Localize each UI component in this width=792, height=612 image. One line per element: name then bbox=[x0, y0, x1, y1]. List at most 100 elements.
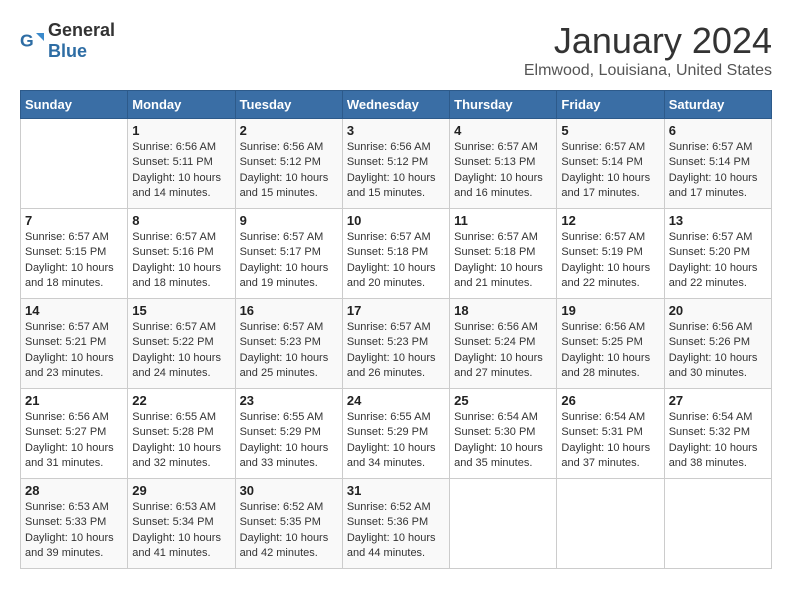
calendar-cell: 24Sunrise: 6:55 AMSunset: 5:29 PMDayligh… bbox=[342, 389, 449, 479]
day-number: 17 bbox=[347, 303, 445, 318]
day-number: 29 bbox=[132, 483, 230, 498]
header-thursday: Thursday bbox=[450, 91, 557, 119]
day-info: Sunrise: 6:56 AMSunset: 5:26 PMDaylight:… bbox=[669, 320, 767, 382]
day-number: 2 bbox=[240, 123, 338, 138]
day-number: 14 bbox=[25, 303, 123, 318]
header-monday: Monday bbox=[128, 91, 235, 119]
header-tuesday: Tuesday bbox=[235, 91, 342, 119]
calendar-cell: 3Sunrise: 6:56 AMSunset: 5:12 PMDaylight… bbox=[342, 119, 449, 209]
calendar-cell: 11 Sunrise: 6:57 AMSunset: 5:18 PMDayligh… bbox=[450, 209, 557, 299]
calendar-cell: 9Sunrise: 6:57 AMSunset: 5:17 PMDaylight… bbox=[235, 209, 342, 299]
day-info: Sunrise: 6:55 AMSunset: 5:28 PMDaylight:… bbox=[132, 410, 230, 472]
header-sunday: Sunday bbox=[21, 91, 128, 119]
calendar-cell: 15 Sunrise: 6:57 AMSunset: 5:22 PMDayligh… bbox=[128, 299, 235, 389]
calendar-cell: 27Sunrise: 6:54 AMSunset: 5:32 PMDayligh… bbox=[664, 389, 771, 479]
day-info: Sunrise: 6:54 AMSunset: 5:31 PMDaylight:… bbox=[561, 410, 659, 472]
day-number: 16 bbox=[240, 303, 338, 318]
day-number: 8 bbox=[132, 213, 230, 228]
day-info: Sunrise: 6:57 AMSunset: 5:14 PMDaylight:… bbox=[669, 140, 767, 202]
calendar-cell bbox=[21, 119, 128, 209]
calendar-cell: 1 Sunrise: 6:56 AMSunset: 5:11 PMDaylight… bbox=[128, 119, 235, 209]
day-info: Sunrise: 6:57 AMSunset: 5:23 PMDaylight:… bbox=[347, 320, 445, 382]
calendar-cell: 29 Sunrise: 6:53 AMSunset: 5:34 PMDayligh… bbox=[128, 479, 235, 569]
day-info: Sunrise: 6:57 AMSunset: 5:13 PMDaylight:… bbox=[454, 140, 552, 202]
day-number: 15 bbox=[132, 303, 230, 318]
day-info: Sunrise: 6:57 AMSunset: 5:18 PMDaylight:… bbox=[347, 230, 445, 292]
logo-general-text: General bbox=[48, 20, 115, 40]
day-info: Sunrise: 6:57 AMSunset: 5:23 PMDaylight:… bbox=[240, 320, 338, 382]
calendar-title: January 2024 bbox=[524, 20, 772, 62]
calendar-cell: 28Sunrise: 6:53 AMSunset: 5:33 PMDayligh… bbox=[21, 479, 128, 569]
calendar-cell: 2Sunrise: 6:56 AMSunset: 5:12 PMDaylight… bbox=[235, 119, 342, 209]
header: G General Blue January 2024 Elmwood, Lou… bbox=[20, 20, 772, 80]
calendar-week-3: 14Sunrise: 6:57 AMSunset: 5:21 PMDayligh… bbox=[21, 299, 772, 389]
calendar-cell: 31 Sunrise: 6:52 AMSunset: 5:36 PMDayligh… bbox=[342, 479, 449, 569]
calendar-table: Sunday Monday Tuesday Wednesday Thursday… bbox=[20, 90, 772, 569]
day-number: 31 bbox=[347, 483, 445, 498]
calendar-week-2: 7 Sunrise: 6:57 AMSunset: 5:15 PMDaylight… bbox=[21, 209, 772, 299]
day-number: 11 bbox=[454, 213, 552, 228]
header-wednesday: Wednesday bbox=[342, 91, 449, 119]
day-info: Sunrise: 6:55 AMSunset: 5:29 PMDaylight:… bbox=[240, 410, 338, 472]
day-number: 28 bbox=[25, 483, 123, 498]
logo: G General Blue bbox=[20, 20, 115, 62]
day-info: Sunrise: 6:56 AMSunset: 5:24 PMDaylight:… bbox=[454, 320, 552, 382]
day-info: Sunrise: 6:52 AMSunset: 5:36 PMDaylight:… bbox=[347, 500, 445, 562]
day-info: Sunrise: 6:57 AMSunset: 5:16 PMDaylight:… bbox=[132, 230, 230, 292]
day-info: Sunrise: 6:53 AMSunset: 5:34 PMDaylight:… bbox=[132, 500, 230, 562]
day-info: Sunrise: 6:54 AMSunset: 5:32 PMDaylight:… bbox=[669, 410, 767, 472]
svg-text:G: G bbox=[20, 31, 34, 51]
day-number: 4 bbox=[454, 123, 552, 138]
day-info: Sunrise: 6:56 AMSunset: 5:11 PMDaylight:… bbox=[132, 140, 230, 202]
header-friday: Friday bbox=[557, 91, 664, 119]
day-info: Sunrise: 6:57 AMSunset: 5:14 PMDaylight:… bbox=[561, 140, 659, 202]
calendar-cell: 16 Sunrise: 6:57 AMSunset: 5:23 PMDayligh… bbox=[235, 299, 342, 389]
day-info: Sunrise: 6:56 AMSunset: 5:25 PMDaylight:… bbox=[561, 320, 659, 382]
day-number: 3 bbox=[347, 123, 445, 138]
calendar-cell: 23Sunrise: 6:55 AMSunset: 5:29 PMDayligh… bbox=[235, 389, 342, 479]
day-number: 7 bbox=[25, 213, 123, 228]
calendar-cell: 7 Sunrise: 6:57 AMSunset: 5:15 PMDaylight… bbox=[21, 209, 128, 299]
calendar-cell bbox=[557, 479, 664, 569]
calendar-cell: 12Sunrise: 6:57 AMSunset: 5:19 PMDayligh… bbox=[557, 209, 664, 299]
day-number: 25 bbox=[454, 393, 552, 408]
day-number: 22 bbox=[132, 393, 230, 408]
day-info: Sunrise: 6:57 AMSunset: 5:19 PMDaylight:… bbox=[561, 230, 659, 292]
calendar-cell: 21Sunrise: 6:56 AMSunset: 5:27 PMDayligh… bbox=[21, 389, 128, 479]
day-number: 19 bbox=[561, 303, 659, 318]
calendar-cell: 25 Sunrise: 6:54 AMSunset: 5:30 PMDayligh… bbox=[450, 389, 557, 479]
calendar-cell: 10Sunrise: 6:57 AMSunset: 5:18 PMDayligh… bbox=[342, 209, 449, 299]
calendar-cell: 18 Sunrise: 6:56 AMSunset: 5:24 PMDayligh… bbox=[450, 299, 557, 389]
day-number: 18 bbox=[454, 303, 552, 318]
day-info: Sunrise: 6:57 AMSunset: 5:18 PMDaylight:… bbox=[454, 230, 552, 292]
calendar-body: 1 Sunrise: 6:56 AMSunset: 5:11 PMDaylight… bbox=[21, 119, 772, 569]
day-info: Sunrise: 6:56 AMSunset: 5:27 PMDaylight:… bbox=[25, 410, 123, 472]
calendar-week-1: 1 Sunrise: 6:56 AMSunset: 5:11 PMDaylight… bbox=[21, 119, 772, 209]
calendar-cell: 19 Sunrise: 6:56 AMSunset: 5:25 PMDayligh… bbox=[557, 299, 664, 389]
calendar-cell bbox=[450, 479, 557, 569]
day-number: 30 bbox=[240, 483, 338, 498]
header-row: Sunday Monday Tuesday Wednesday Thursday… bbox=[21, 91, 772, 119]
calendar-header: Sunday Monday Tuesday Wednesday Thursday… bbox=[21, 91, 772, 119]
day-info: Sunrise: 6:57 AMSunset: 5:15 PMDaylight:… bbox=[25, 230, 123, 292]
day-number: 24 bbox=[347, 393, 445, 408]
day-info: Sunrise: 6:57 AMSunset: 5:17 PMDaylight:… bbox=[240, 230, 338, 292]
calendar-cell: 30 Sunrise: 6:52 AMSunset: 5:35 PMDayligh… bbox=[235, 479, 342, 569]
calendar-cell: 4 Sunrise: 6:57 AMSunset: 5:13 PMDaylight… bbox=[450, 119, 557, 209]
calendar-cell: 8 Sunrise: 6:57 AMSunset: 5:16 PMDaylight… bbox=[128, 209, 235, 299]
day-number: 26 bbox=[561, 393, 659, 408]
day-info: Sunrise: 6:57 AMSunset: 5:20 PMDaylight:… bbox=[669, 230, 767, 292]
day-number: 20 bbox=[669, 303, 767, 318]
logo-icon: G bbox=[20, 29, 44, 53]
calendar-week-5: 28Sunrise: 6:53 AMSunset: 5:33 PMDayligh… bbox=[21, 479, 772, 569]
calendar-week-4: 21Sunrise: 6:56 AMSunset: 5:27 PMDayligh… bbox=[21, 389, 772, 479]
calendar-cell: 13 Sunrise: 6:57 AMSunset: 5:20 PMDayligh… bbox=[664, 209, 771, 299]
logo-blue-text: Blue bbox=[48, 41, 87, 61]
header-saturday: Saturday bbox=[664, 91, 771, 119]
day-number: 1 bbox=[132, 123, 230, 138]
day-number: 13 bbox=[669, 213, 767, 228]
calendar-cell bbox=[664, 479, 771, 569]
day-info: Sunrise: 6:57 AMSunset: 5:22 PMDaylight:… bbox=[132, 320, 230, 382]
day-info: Sunrise: 6:52 AMSunset: 5:35 PMDaylight:… bbox=[240, 500, 338, 562]
day-info: Sunrise: 6:54 AMSunset: 5:30 PMDaylight:… bbox=[454, 410, 552, 472]
